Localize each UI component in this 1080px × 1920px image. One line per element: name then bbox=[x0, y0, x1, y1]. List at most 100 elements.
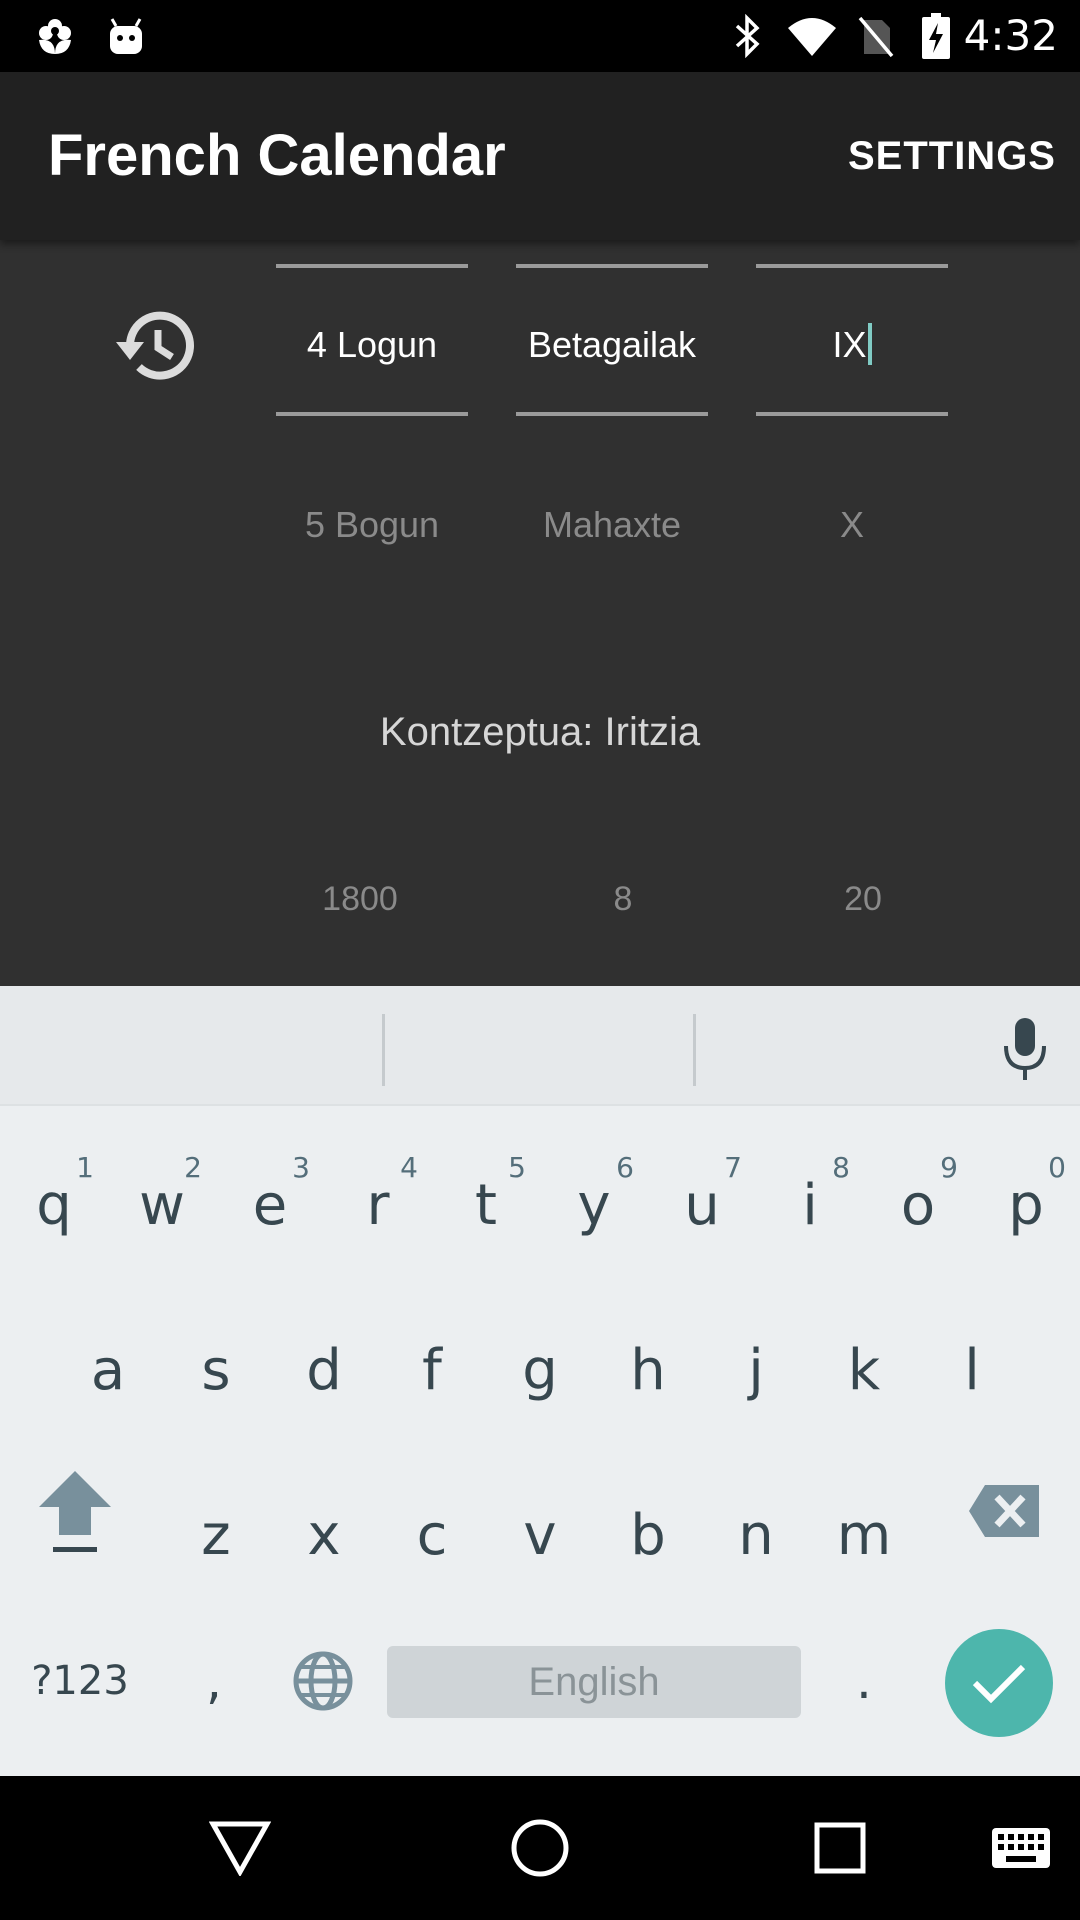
key-label: f bbox=[422, 1338, 442, 1403]
day-picker-next[interactable]: 5 Bogun bbox=[276, 500, 468, 550]
key-s[interactable]: s bbox=[162, 1296, 270, 1446]
keyboard-switch-button[interactable] bbox=[980, 1776, 1062, 1920]
mic-icon bbox=[1004, 1018, 1046, 1080]
language-key[interactable] bbox=[268, 1636, 378, 1726]
key-p[interactable]: p0 bbox=[972, 1131, 1080, 1281]
keyboard-icon bbox=[992, 1828, 1050, 1868]
key-label: x bbox=[307, 1503, 341, 1568]
key-n[interactable]: n bbox=[702, 1461, 810, 1611]
gregorian-day: 20 bbox=[844, 880, 882, 918]
clock: 4:32 bbox=[963, 11, 1058, 60]
battery-charging-icon bbox=[918, 0, 954, 72]
key-hint: 8 bbox=[832, 1151, 850, 1184]
settings-button[interactable]: SETTINGS bbox=[848, 72, 1056, 240]
text-cursor bbox=[867, 323, 872, 366]
key-label: g bbox=[522, 1338, 558, 1403]
key-z[interactable]: z bbox=[162, 1461, 270, 1611]
home-icon bbox=[511, 1819, 569, 1877]
key-label: b bbox=[630, 1503, 666, 1568]
key-y[interactable]: y6 bbox=[540, 1131, 648, 1281]
month-picker-divider-bottom bbox=[516, 412, 708, 416]
key-label: s bbox=[201, 1338, 231, 1403]
year-picker-divider-bottom bbox=[756, 412, 948, 416]
symbols-key[interactable]: ?123 bbox=[20, 1636, 140, 1726]
key-b[interactable]: b bbox=[594, 1461, 702, 1611]
day-picker-divider-top bbox=[276, 264, 468, 268]
key-r[interactable]: r4 bbox=[324, 1131, 432, 1281]
navigation-bar bbox=[0, 1776, 1080, 1920]
concept-label: Kontzeptua: Iritzia bbox=[379, 710, 701, 754]
bluetooth-icon bbox=[728, 0, 768, 72]
key-t[interactable]: t5 bbox=[432, 1131, 540, 1281]
space-key[interactable]: English bbox=[387, 1646, 801, 1718]
key-f[interactable]: f bbox=[378, 1296, 486, 1446]
key-x[interactable]: x bbox=[270, 1461, 378, 1611]
backspace-key[interactable] bbox=[950, 1456, 1060, 1566]
key-label: m bbox=[836, 1503, 892, 1568]
globe-icon bbox=[293, 1651, 353, 1711]
key-hint: 2 bbox=[184, 1151, 202, 1184]
key-label: c bbox=[416, 1503, 448, 1568]
year-picker-divider-top bbox=[756, 264, 948, 268]
key-hint: 4 bbox=[400, 1151, 418, 1184]
key-i[interactable]: i8 bbox=[756, 1131, 864, 1281]
year-picker-next[interactable]: X bbox=[756, 500, 948, 550]
comma-key[interactable]: , bbox=[160, 1636, 268, 1726]
check-icon bbox=[972, 1664, 1026, 1704]
history-icon bbox=[116, 311, 194, 380]
backspace-icon bbox=[969, 1485, 1039, 1537]
suggestion-divider bbox=[693, 1014, 696, 1086]
key-label: z bbox=[201, 1503, 231, 1568]
key-h[interactable]: h bbox=[594, 1296, 702, 1446]
key-hint: 3 bbox=[292, 1151, 310, 1184]
shift-icon bbox=[39, 1471, 111, 1552]
key-label: a bbox=[90, 1338, 126, 1403]
year-picker-value: IX bbox=[832, 324, 867, 365]
key-hint: 5 bbox=[508, 1151, 526, 1184]
key-q[interactable]: q1 bbox=[0, 1131, 108, 1281]
key-l[interactable]: l bbox=[918, 1296, 1026, 1446]
key-u[interactable]: u7 bbox=[648, 1131, 756, 1281]
key-m[interactable]: m bbox=[810, 1461, 918, 1611]
key-j[interactable]: j bbox=[702, 1296, 810, 1446]
key-label: l bbox=[964, 1338, 980, 1403]
app-title: French Calendar bbox=[48, 123, 506, 188]
home-button[interactable] bbox=[500, 1776, 580, 1920]
back-button[interactable] bbox=[200, 1776, 280, 1920]
done-key[interactable] bbox=[945, 1629, 1053, 1737]
key-c[interactable]: c bbox=[378, 1461, 486, 1611]
key-d[interactable]: d bbox=[270, 1296, 378, 1446]
back-icon bbox=[209, 1821, 271, 1876]
key-v[interactable]: v bbox=[486, 1461, 594, 1611]
key-hint: 1 bbox=[76, 1151, 94, 1184]
app-bar: French Calendar SETTINGS bbox=[0, 72, 1080, 240]
key-k[interactable]: k bbox=[810, 1296, 918, 1446]
status-bar: 4:32 bbox=[0, 0, 1080, 72]
key-label: k bbox=[847, 1338, 881, 1403]
key-o[interactable]: o9 bbox=[864, 1131, 972, 1281]
year-picker-input[interactable]: IX bbox=[756, 320, 948, 370]
mic-button[interactable] bbox=[1000, 1014, 1050, 1086]
android-icon bbox=[106, 0, 146, 72]
suggestion-divider bbox=[382, 1014, 385, 1086]
key-hint: 7 bbox=[724, 1151, 742, 1184]
key-g[interactable]: g bbox=[486, 1296, 594, 1446]
key-hint: 0 bbox=[1048, 1151, 1066, 1184]
key-hint: 6 bbox=[616, 1151, 634, 1184]
recents-button[interactable] bbox=[800, 1776, 880, 1920]
key-label: n bbox=[738, 1503, 774, 1568]
history-button[interactable] bbox=[108, 298, 204, 394]
flower-icon bbox=[34, 0, 76, 72]
gregorian-year: 1800 bbox=[322, 880, 398, 918]
key-label: d bbox=[306, 1338, 342, 1403]
key-e[interactable]: e3 bbox=[216, 1131, 324, 1281]
period-key[interactable]: . bbox=[810, 1636, 918, 1726]
shift-key[interactable] bbox=[20, 1456, 130, 1566]
key-w[interactable]: w2 bbox=[108, 1131, 216, 1281]
month-picker-next[interactable]: Mahaxte bbox=[516, 500, 708, 550]
month-picker-value[interactable]: Betagailak bbox=[516, 320, 708, 370]
gregorian-month: 8 bbox=[613, 880, 633, 918]
key-a[interactable]: a bbox=[54, 1296, 162, 1446]
key-label: j bbox=[748, 1338, 764, 1403]
day-picker-value[interactable]: 4 Logun bbox=[276, 320, 468, 370]
